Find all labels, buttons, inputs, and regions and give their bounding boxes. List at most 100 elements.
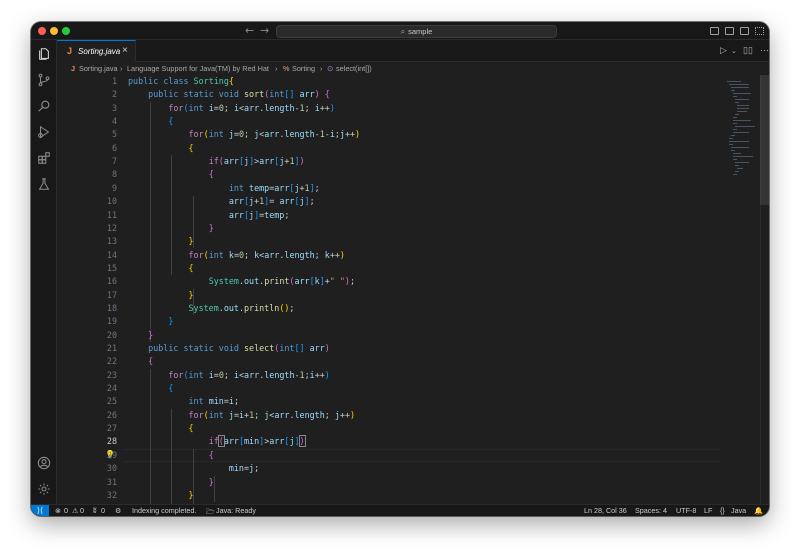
cursor-position[interactable]: Ln 28, Col 36: [584, 506, 627, 515]
line-number: 3: [111, 102, 117, 113]
minimap-line: [733, 132, 749, 133]
error-count[interactable]: 0: [64, 506, 68, 515]
more-actions-icon[interactable]: ⋯: [760, 45, 769, 56]
line-number: 6: [111, 142, 117, 153]
status-bar: ⟩⟨ ⊗ 0 ⚠ 0 ʬ 0 ⚙ Indexing completed. 🗁 J…: [31, 504, 769, 516]
java-file-icon: J: [71, 64, 76, 73]
code-line[interactable]: {: [128, 382, 173, 395]
back-arrow-icon[interactable]: ←: [245, 24, 254, 37]
line-number: 1: [111, 76, 117, 86]
code-line[interactable]: public static void select(int[] arr): [128, 342, 330, 355]
minimap-line: [727, 81, 741, 82]
minimize-window-button[interactable]: [50, 27, 58, 35]
code-line[interactable]: System.out.println();: [128, 302, 295, 315]
line-number: 8: [111, 169, 117, 180]
warning-count[interactable]: 0: [80, 506, 84, 515]
code-line[interactable]: min=j;: [128, 462, 259, 475]
search-label: sample: [408, 27, 433, 36]
minimap-line: [735, 165, 739, 166]
code-line[interactable]: if(arr[j]>arr[j+1]): [128, 155, 305, 168]
run-java-icon[interactable]: ▷: [720, 45, 727, 56]
code-line[interactable]: public static void sort(int[] arr) {: [128, 88, 330, 101]
code-line[interactable]: arr[j]=temp;: [128, 209, 290, 222]
code-line[interactable]: {: [128, 262, 194, 275]
search-icon[interactable]: [37, 99, 51, 113]
java-projects-icon[interactable]: ⚙: [115, 506, 121, 515]
breadcrumb-file[interactable]: Sorting.java: [79, 64, 118, 73]
line-number: 30: [106, 463, 117, 474]
code-line[interactable]: for(int i=0; i<arr.length-1; i++): [128, 102, 335, 115]
warning-icon[interactable]: ⚠: [72, 506, 78, 515]
java-status[interactable]: Java: Ready: [216, 506, 256, 515]
toggle-panel-icon[interactable]: [725, 27, 734, 35]
java-server-icon[interactable]: 🗁: [206, 506, 215, 516]
toggle-primary-sidebar-icon[interactable]: [710, 27, 719, 35]
code-line[interactable]: System.out.print(arr[k]+" ");: [128, 275, 355, 288]
source-control-icon[interactable]: [37, 73, 51, 87]
language-mode[interactable]: Java: [731, 506, 746, 515]
code-line[interactable]: for(int k=0; k<arr.length; k++): [128, 249, 345, 262]
tab-sorting-java[interactable]: J Sorting.java ×: [57, 40, 136, 62]
run-debug-icon[interactable]: [37, 125, 51, 139]
code-line[interactable]: }: [128, 235, 194, 248]
minimap-line: [731, 87, 749, 88]
code-line[interactable]: }: [128, 329, 153, 342]
files-icon[interactable]: [37, 47, 51, 61]
code-line[interactable]: {: [128, 449, 214, 462]
code-line[interactable]: {: [128, 355, 153, 368]
minimap-line: [737, 111, 747, 112]
breadcrumb-method[interactable]: select(int[]): [336, 64, 372, 73]
code-line[interactable]: {: [128, 422, 194, 435]
breadcrumb-extension[interactable]: Language Support for Java(TM) by Red Hat: [127, 64, 269, 73]
customize-layout-icon[interactable]: [755, 27, 764, 35]
minimap-line: [737, 168, 743, 169]
ports-icon[interactable]: ʬ: [93, 506, 97, 515]
code-line[interactable]: if(arr[min]>arr[j]): [128, 435, 306, 448]
minimap-line: [735, 171, 739, 172]
ports-count[interactable]: 0: [101, 506, 105, 515]
maximize-window-button[interactable]: [62, 27, 70, 35]
code-line[interactable]: for(int j=0; j<arr.length-1-i;j++): [128, 128, 361, 141]
toggle-secondary-sidebar-icon[interactable]: [740, 27, 749, 35]
code-line[interactable]: }: [128, 315, 173, 328]
code-area[interactable]: public class Sorting{ public static void…: [128, 75, 728, 504]
breadcrumb-class[interactable]: Sorting: [292, 64, 315, 73]
code-line[interactable]: arr[j+1]= arr[j];: [128, 195, 315, 208]
code-line[interactable]: public class Sorting{: [128, 75, 234, 88]
error-icon[interactable]: ⊗: [55, 506, 61, 515]
indentation[interactable]: Spaces: 4: [635, 506, 667, 515]
testing-icon[interactable]: [37, 177, 51, 191]
command-center-search[interactable]: ⌕ sample: [276, 25, 557, 38]
extensions-icon[interactable]: [37, 151, 51, 165]
scrollbar-thumb[interactable]: [760, 75, 769, 205]
code-editor[interactable]: 💡 1 2 3 4 5 6 7 8 9 10 11 12 13 14 15 16 17 18 19 20 21 22 23 2…: [57, 75, 769, 504]
code-line[interactable]: for(int i=0; i<arr.length-1;i++): [128, 369, 329, 382]
encoding[interactable]: UTF-8: [676, 506, 696, 515]
split-editor-icon[interactable]: ▯▯: [743, 45, 753, 56]
run-dropdown-chevron-icon[interactable]: ⌄: [731, 47, 737, 55]
account-icon[interactable]: [37, 456, 51, 470]
close-tab-icon[interactable]: ×: [122, 45, 128, 56]
line-number: 20: [106, 329, 117, 340]
code-line[interactable]: }: [128, 476, 214, 489]
forward-arrow-icon[interactable]: →: [260, 24, 269, 37]
minimap-line: [733, 129, 737, 130]
code-line[interactable]: {: [128, 168, 214, 181]
code-line[interactable]: int temp=arr[j+1];: [128, 182, 320, 195]
minimap-line: [735, 126, 755, 127]
code-line[interactable]: }: [128, 222, 214, 235]
settings-gear-icon[interactable]: [37, 482, 51, 496]
code-line[interactable]: for(int j=i+1; j<arr.length; j++): [128, 409, 356, 422]
minimap-line: [733, 117, 737, 118]
line-endings[interactable]: LF: [704, 506, 712, 515]
code-line[interactable]: }: [128, 289, 194, 302]
notifications-bell-icon[interactable]: 🔔: [754, 506, 763, 515]
close-window-button[interactable]: [38, 27, 46, 35]
code-line[interactable]: {: [128, 115, 173, 128]
code-line[interactable]: }: [128, 489, 194, 502]
code-line[interactable]: {: [128, 142, 194, 155]
line-number: 13: [106, 236, 117, 247]
minimap-line: [729, 144, 733, 145]
remote-indicator-icon[interactable]: ⟩⟨: [31, 505, 49, 516]
code-line[interactable]: int min=i;: [128, 395, 239, 408]
